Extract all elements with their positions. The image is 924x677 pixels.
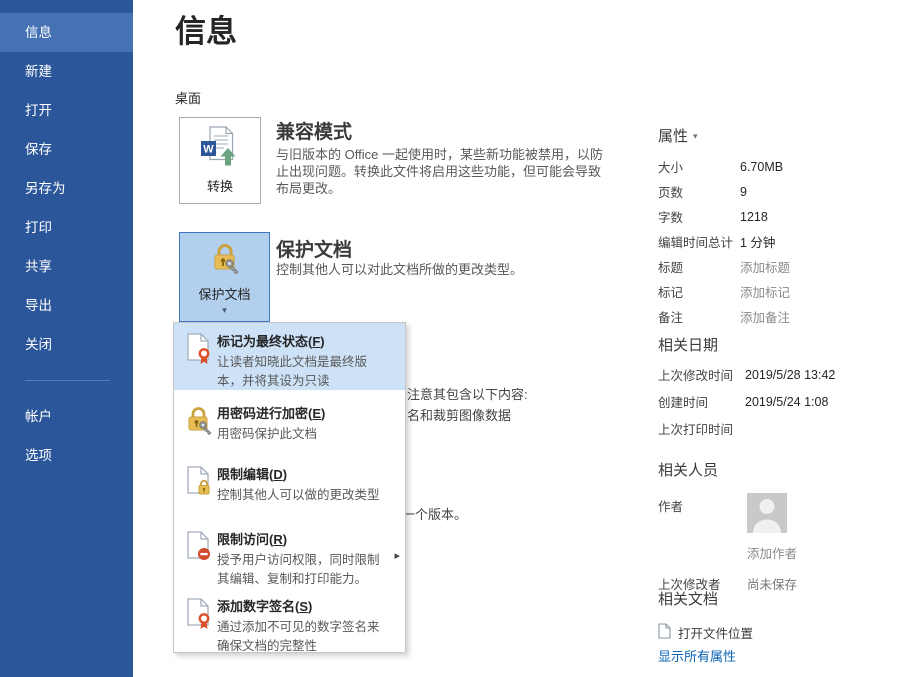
open-file-location-button[interactable]: 打开文件位置 bbox=[658, 623, 920, 642]
menu-item-description: 让读者知晓此文档是最终版 bbox=[217, 353, 367, 372]
property-row-pages: 页数9 bbox=[658, 179, 920, 204]
menu-item-add-digital-signature[interactable]: 添加数字签名(S) 通过添加不可见的数字签名来 确保文档的完整性 bbox=[174, 588, 405, 653]
menu-item-description: 其编辑、复制和打印能力。 bbox=[217, 570, 380, 589]
doc-lock-icon bbox=[183, 464, 217, 512]
date-row-modified: 上次修改时间2019/5/28 13:42 bbox=[658, 361, 920, 388]
property-row-title: 标题添加标题 bbox=[658, 254, 920, 279]
doc-seal-icon bbox=[183, 331, 217, 390]
add-author-field[interactable]: 添加作者 bbox=[747, 543, 797, 562]
menu-item-description: 本，并将其设为只读 bbox=[217, 372, 367, 391]
property-row-words: 字数1218 bbox=[658, 204, 920, 229]
sidebar-item-new[interactable]: 新建 bbox=[0, 52, 133, 91]
author-label: 作者 bbox=[658, 493, 747, 562]
inspect-document-text-fragment: 注意其包含以下内容: bbox=[407, 384, 528, 403]
sidebar-item-open[interactable]: 打开 bbox=[0, 91, 133, 130]
open-file-location-label: 打开文件位置 bbox=[678, 623, 753, 642]
related-documents-section: 相关文档 打开文件位置 bbox=[658, 588, 920, 642]
menu-item-restrict-editing[interactable]: 限制编辑(D) 控制其他人可以做的更改类型 bbox=[174, 456, 405, 512]
lock-key-icon bbox=[183, 403, 217, 451]
add-title-field[interactable]: 添加标题 bbox=[740, 257, 790, 276]
add-comments-field[interactable]: 添加备注 bbox=[740, 307, 790, 326]
sidebar-item-close[interactable]: 关闭 bbox=[0, 325, 133, 364]
protect-document-description: 控制其他人可以对此文档所做的更改类型。 bbox=[276, 261, 523, 278]
properties-dropdown[interactable]: 属性▾ bbox=[658, 125, 920, 146]
chevron-down-icon: ▾ bbox=[693, 131, 698, 141]
properties-section: 属性▾ 大小6.70MB 页数9 字数1218 编辑时间总计1 分钟 标题添加标… bbox=[658, 125, 920, 329]
sidebar-item-account[interactable]: 帐户 bbox=[0, 397, 133, 436]
protect-document-menu: 标记为最终状态(F) 让读者知晓此文档是最终版 本，并将其设为只读 用密码进行加… bbox=[173, 322, 406, 653]
related-documents-title: 相关文档 bbox=[658, 588, 920, 609]
doc-block-icon bbox=[183, 529, 217, 595]
menu-item-mark-as-final[interactable]: 标记为最终状态(F) 让读者知晓此文档是最终版 本，并将其设为只读 bbox=[174, 323, 405, 390]
protect-document-title: 保护文档 bbox=[276, 235, 352, 262]
chevron-down-icon: ▾ bbox=[222, 306, 227, 314]
sidebar-item-options[interactable]: 选项 bbox=[0, 436, 133, 475]
add-tags-field[interactable]: 添加标记 bbox=[740, 282, 790, 301]
menu-item-description: 用密码保护此文档 bbox=[217, 425, 325, 444]
menu-item-title: 用密码进行加密(E) bbox=[217, 403, 325, 422]
sidebar-item-saveas[interactable]: 另存为 bbox=[0, 169, 133, 208]
convert-button[interactable]: W 转换 bbox=[179, 117, 261, 204]
sidebar-top-strip bbox=[0, 0, 133, 13]
related-dates-section: 相关日期 上次修改时间2019/5/28 13:42 创建时间2019/5/24… bbox=[658, 334, 920, 442]
property-row-edit-time: 编辑时间总计1 分钟 bbox=[658, 229, 920, 254]
sidebar-item-info[interactable]: 信息 bbox=[0, 13, 133, 52]
show-all-properties-link[interactable]: 显示所有属性 bbox=[658, 646, 736, 665]
property-row-comments: 备注添加备注 bbox=[658, 304, 920, 329]
date-row-created: 创建时间2019/5/24 1:08 bbox=[658, 388, 920, 415]
related-dates-title: 相关日期 bbox=[658, 334, 920, 355]
menu-item-title: 限制编辑(D) bbox=[217, 464, 380, 483]
menu-item-description: 通过添加不可见的数字签名来 bbox=[217, 618, 380, 637]
doc-seal-icon bbox=[183, 596, 217, 653]
property-row-tags: 标记添加标记 bbox=[658, 279, 920, 304]
convert-button-label: 转换 bbox=[207, 176, 233, 195]
inspect-document-text-fragment: 名和裁剪图像数据 bbox=[407, 405, 511, 424]
sidebar-item-print[interactable]: 打印 bbox=[0, 208, 133, 247]
document-location-label: 桌面 bbox=[175, 88, 201, 107]
compatibility-mode-title: 兼容模式 bbox=[276, 117, 352, 144]
manage-versions-text-fragment: 一个版本。 bbox=[402, 504, 467, 523]
lock-key-icon bbox=[209, 242, 241, 279]
menu-item-encrypt-with-password[interactable]: 用密码进行加密(E) 用密码保护此文档 bbox=[174, 395, 405, 451]
menu-item-restrict-access[interactable]: 限制访问(R) 授予用户访问权限，同时限制 其编辑、复制和打印能力。 ▸ bbox=[174, 521, 405, 595]
related-people-title: 相关人员 bbox=[658, 459, 920, 480]
document-icon bbox=[658, 623, 671, 642]
date-row-printed: 上次打印时间 bbox=[658, 415, 920, 442]
property-row-size: 大小6.70MB bbox=[658, 154, 920, 179]
protect-document-button[interactable]: 保护文档 ▾ bbox=[179, 232, 270, 322]
menu-item-description: 控制其他人可以做的更改类型 bbox=[217, 486, 380, 505]
page-title: 信息 bbox=[175, 6, 237, 51]
menu-item-title: 限制访问(R) bbox=[217, 529, 380, 548]
sidebar-item-export[interactable]: 导出 bbox=[0, 286, 133, 325]
submenu-arrow-icon: ▸ bbox=[394, 549, 400, 562]
word-document-convert-icon: W bbox=[200, 126, 240, 173]
sidebar-item-share[interactable]: 共享 bbox=[0, 247, 133, 286]
protect-button-label: 保护文档 bbox=[198, 284, 250, 303]
compatibility-mode-description: 与旧版本的 Office 一起使用时，某些新功能被禁用，以防 止出现问题。转换此… bbox=[276, 146, 603, 197]
word-backstage-info-view: 信息 新建 打开 保存 另存为 打印 共享 导出 关闭 帐户 选项 信息 桌面 … bbox=[0, 0, 924, 677]
avatar[interactable] bbox=[747, 493, 797, 538]
menu-item-title: 标记为最终状态(F) bbox=[217, 331, 367, 350]
sidebar-divider bbox=[25, 380, 110, 381]
related-people-section: 相关人员 作者 添加作者 上次修改者 尚未保存 bbox=[658, 459, 920, 593]
menu-item-title: 添加数字签名(S) bbox=[217, 596, 380, 615]
menu-item-description: 确保文档的完整性 bbox=[217, 637, 380, 656]
svg-text:W: W bbox=[203, 144, 214, 156]
menu-item-description: 授予用户访问权限，同时限制 bbox=[217, 551, 380, 570]
sidebar-item-save[interactable]: 保存 bbox=[0, 130, 133, 169]
backstage-sidebar: 信息 新建 打开 保存 另存为 打印 共享 导出 关闭 帐户 选项 bbox=[0, 0, 133, 677]
